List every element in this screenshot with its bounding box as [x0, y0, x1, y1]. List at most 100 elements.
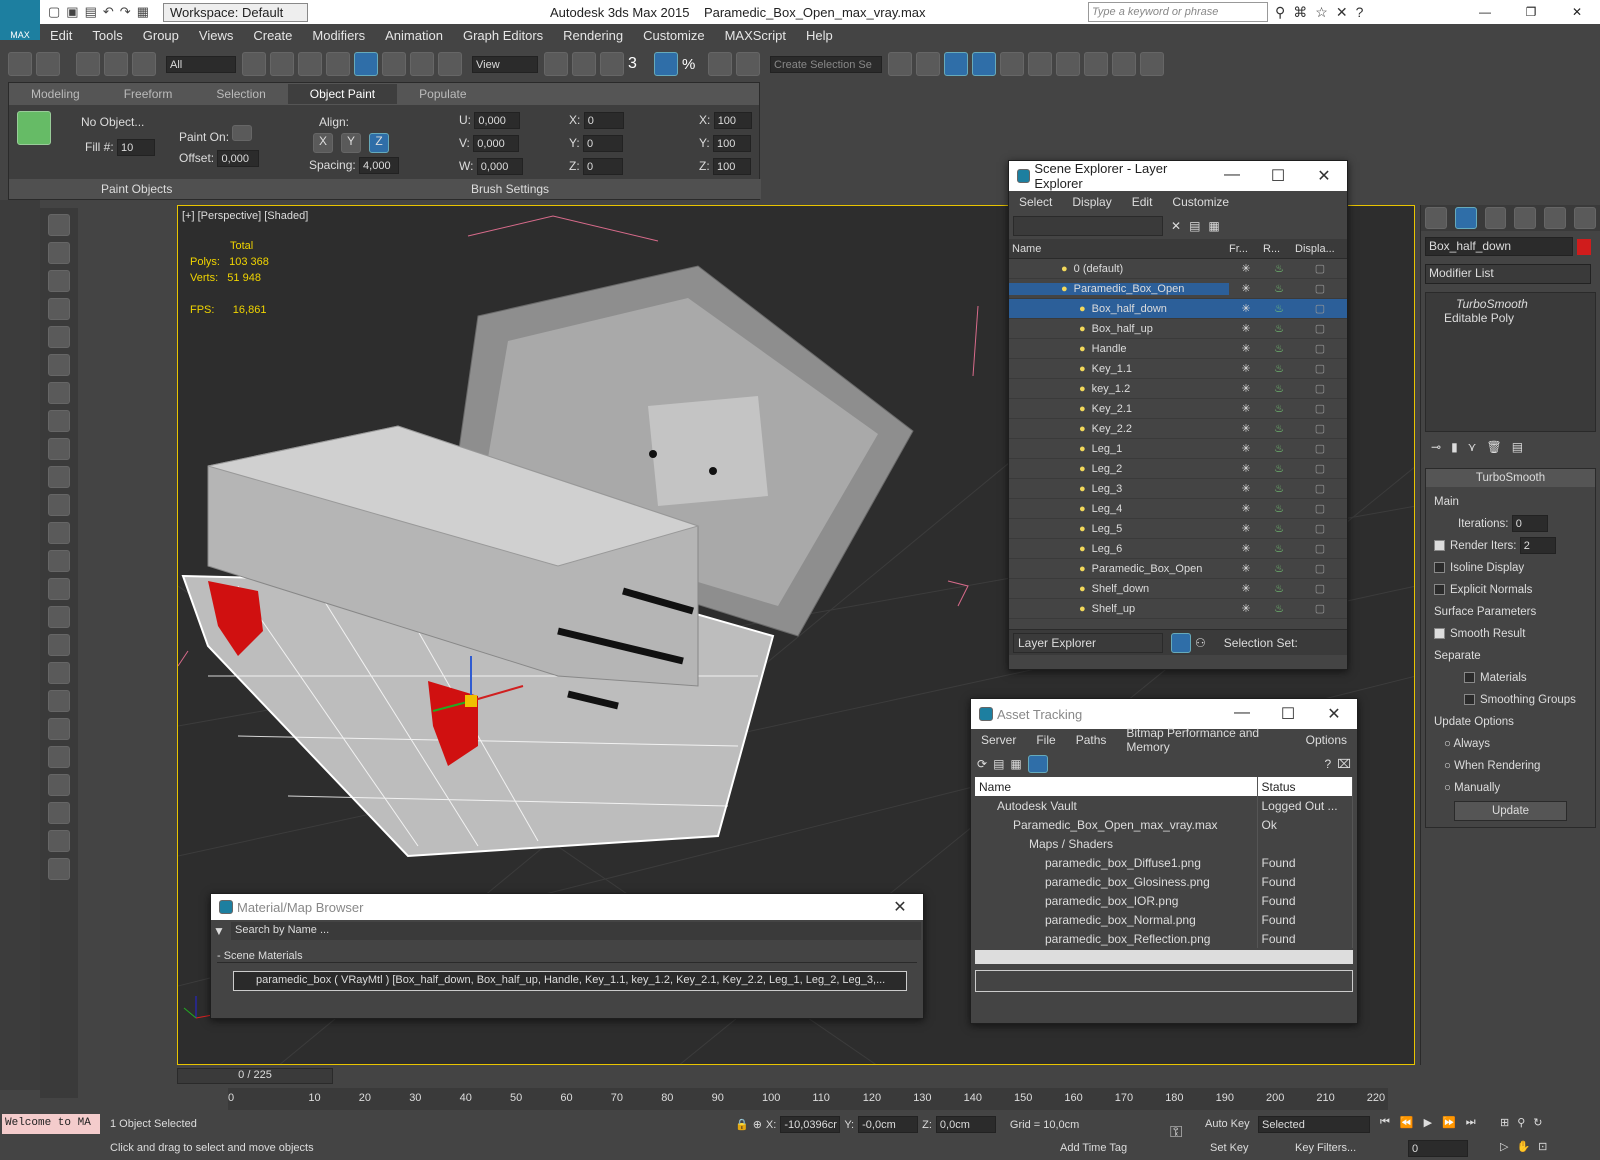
freeze-icon[interactable]: ✳: [1229, 382, 1263, 395]
place-icon[interactable]: [438, 52, 462, 76]
paint-objects-panel-label[interactable]: Paint Objects: [101, 182, 172, 196]
field-of-view-icon[interactable]: ▷: [1500, 1140, 1508, 1153]
scale-icon[interactable]: [410, 52, 434, 76]
pin-stack-icon[interactable]: ⊸: [1431, 440, 1441, 454]
curve-editor-icon[interactable]: [1000, 52, 1024, 76]
render-iters-checkbox[interactable]: [1434, 540, 1445, 552]
set-key-button[interactable]: Set Key: [1210, 1142, 1249, 1154]
z-coord-field[interactable]: 0,0cm: [935, 1116, 996, 1133]
brush-settings-panel-label[interactable]: Brush Settings: [471, 182, 549, 196]
key-icon[interactable]: ⚿: [1170, 1124, 1182, 1142]
renderable-icon[interactable]: ♨: [1263, 342, 1295, 355]
explorer-mode-dropdown[interactable]: Layer Explorer: [1013, 632, 1163, 653]
light-icon[interactable]: [48, 326, 70, 348]
u-spinner[interactable]: 0,000: [474, 112, 521, 129]
asset-row[interactable]: Autodesk Vault Logged Out ...: [975, 796, 1353, 815]
offset-spinner[interactable]: 0,000: [217, 150, 260, 167]
se-minimize-button[interactable]: —: [1209, 166, 1255, 186]
display-box-icon[interactable]: ▢: [1295, 582, 1345, 595]
menu-graph-editors[interactable]: Graph Editors: [453, 28, 553, 43]
col-name[interactable]: Name: [1009, 243, 1229, 255]
whats-this-icon[interactable]: ⌧: [1337, 757, 1351, 771]
bind-space-warp-icon[interactable]: [132, 52, 156, 76]
binoculars-icon[interactable]: ⚲: [1275, 4, 1285, 21]
layer-row[interactable]: ● Leg_6 ✳ ♨ ▢: [1009, 539, 1347, 559]
freeze-icon[interactable]: ✳: [1229, 442, 1263, 455]
materials-checkbox[interactable]: [1464, 672, 1475, 684]
dome-icon[interactable]: [48, 438, 70, 460]
menu-customize[interactable]: Customize: [633, 28, 714, 43]
visibility-bulb-icon[interactable]: ●: [1079, 483, 1086, 495]
manually-radio[interactable]: Manually: [1454, 782, 1500, 794]
smoothing-groups-checkbox[interactable]: [1464, 694, 1475, 706]
se-menu-display[interactable]: Display: [1062, 195, 1121, 209]
hierarchy-mode-icon[interactable]: ⚇: [1195, 636, 1206, 650]
renderable-icon[interactable]: ♨: [1263, 442, 1295, 455]
ribbon-tab-selection[interactable]: Selection: [194, 84, 287, 104]
menu-rendering[interactable]: Rendering: [553, 28, 633, 43]
display-box-icon[interactable]: ▢: [1295, 382, 1345, 395]
visibility-bulb-icon[interactable]: ●: [1061, 263, 1068, 275]
bones-icon[interactable]: [48, 578, 70, 600]
display-box-icon[interactable]: ▢: [1295, 542, 1345, 555]
redo-icon[interactable]: ↷: [120, 4, 131, 20]
asset-row[interactable]: paramedic_box_Reflection.png Found: [975, 929, 1353, 948]
display-box-icon[interactable]: ▢: [1295, 462, 1345, 475]
freeze-icon[interactable]: ✳: [1229, 582, 1263, 595]
v-spinner[interactable]: 0,000: [473, 135, 520, 152]
display-box-icon[interactable]: ▢: [1295, 482, 1345, 495]
asset-row[interactable]: paramedic_box_IOR.png Found: [975, 891, 1353, 910]
goto-end-icon[interactable]: ⏭: [1466, 1116, 1476, 1129]
layer-row[interactable]: ● key_1.2 ✳ ♨ ▢: [1009, 379, 1347, 399]
asset-row[interactable]: Maps / Shaders: [975, 834, 1353, 853]
tree-view-icon[interactable]: ▦: [1010, 757, 1021, 771]
explicit-normals-checkbox[interactable]: [1434, 584, 1445, 596]
stack-item-editable-poly[interactable]: Editable Poly: [1432, 311, 1589, 325]
selection-filter-dropdown[interactable]: All: [166, 55, 236, 73]
fill-spinner[interactable]: 10: [117, 139, 156, 156]
cylinder-icon[interactable]: [48, 802, 70, 824]
time-slider[interactable]: 0 / 225: [177, 1068, 333, 1084]
visibility-bulb-icon[interactable]: ●: [1079, 583, 1086, 595]
renderable-icon[interactable]: ♨: [1263, 522, 1295, 535]
align-z-button[interactable]: Z: [369, 133, 389, 153]
layer-row[interactable]: ● Shelf_up ✳ ♨ ▢: [1009, 599, 1347, 619]
rotate-icon[interactable]: [382, 52, 406, 76]
scale-x-spinner[interactable]: 100: [713, 112, 752, 129]
move-icon[interactable]: [354, 52, 378, 76]
zoom-icon[interactable]: ⚲: [1517, 1116, 1525, 1129]
layer-row[interactable]: ● Box_half_down ✳ ♨ ▢: [1009, 299, 1347, 319]
menu-edit[interactable]: Edit: [40, 28, 82, 43]
crowd-icon[interactable]: [48, 606, 70, 628]
motion-tab-icon[interactable]: [1514, 207, 1537, 229]
redo-icon[interactable]: [36, 52, 60, 76]
pan-icon[interactable]: ✋: [1516, 1140, 1530, 1153]
freeze-icon[interactable]: ✳: [1229, 602, 1263, 615]
select-by-name-icon[interactable]: [270, 52, 294, 76]
teapot-icon[interactable]: [48, 214, 70, 236]
display-box-icon[interactable]: ▢: [1295, 262, 1345, 275]
help-search-input[interactable]: Type a keyword or phrase: [1088, 2, 1268, 22]
display-box-icon[interactable]: ▢: [1295, 302, 1345, 315]
shell-icon[interactable]: [48, 718, 70, 740]
renderable-icon[interactable]: ♨: [1263, 542, 1295, 555]
ribbon-tab-freeform[interactable]: Freeform: [102, 84, 195, 104]
close-button[interactable]: ✕: [1554, 5, 1600, 19]
menu-maxscript[interactable]: MAXScript: [715, 28, 796, 43]
select-object-icon[interactable]: [242, 52, 266, 76]
at-maximize-button[interactable]: ☐: [1265, 704, 1311, 724]
angle-snap-icon[interactable]: [654, 52, 678, 76]
script-icon[interactable]: [48, 830, 70, 852]
layer-row[interactable]: ● Leg_4 ✳ ♨ ▢: [1009, 499, 1347, 519]
freeze-icon[interactable]: ✳: [1229, 482, 1263, 495]
y-coord-field[interactable]: -0,0cm: [858, 1116, 919, 1133]
maxscript-listener[interactable]: Welcome to MA: [2, 1114, 100, 1134]
update-button[interactable]: Update: [1454, 801, 1567, 821]
renderable-icon[interactable]: ♨: [1263, 282, 1295, 295]
box-icon[interactable]: [48, 410, 70, 432]
configure-sets-icon[interactable]: ▤: [1512, 440, 1523, 454]
particles-icon[interactable]: [48, 550, 70, 572]
se-menu-select[interactable]: Select: [1009, 195, 1062, 209]
align-dropdown[interactable]: Align:: [319, 115, 399, 129]
display-box-icon[interactable]: ▢: [1295, 402, 1345, 415]
